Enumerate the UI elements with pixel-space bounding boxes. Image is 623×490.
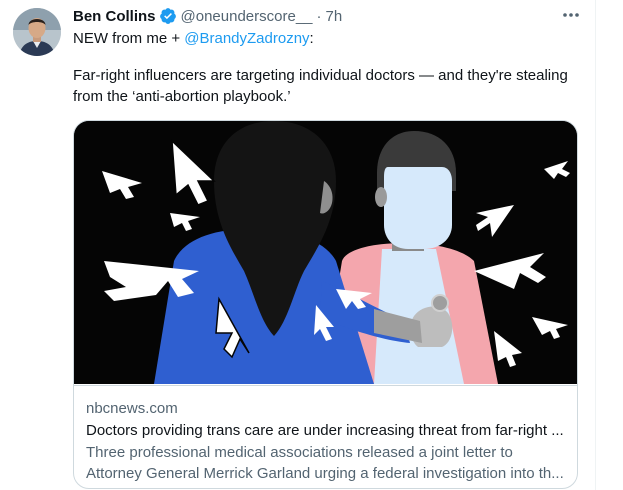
author-name[interactable]: Ben Collins: [73, 8, 156, 25]
link-preview-card[interactable]: nbcnews.com Doctors providing trans care…: [73, 120, 578, 489]
mention-link[interactable]: @BrandyZadrozny: [184, 30, 309, 47]
avatar-image: [13, 8, 61, 56]
card-image[interactable]: [74, 121, 577, 384]
more-options-icon[interactable]: [560, 5, 582, 25]
card-description-line-1: Three professional medical associations …: [86, 444, 513, 461]
verified-badge-icon: [159, 7, 177, 25]
card-title: Doctors providing trans care are under i…: [86, 422, 564, 439]
tweet-text-line-1: NEW from me + @BrandyZadrozny:: [73, 29, 314, 49]
card-domain: nbcnews.com: [86, 400, 178, 417]
card-description-line-2: Attorney General Merrick Garland urging …: [86, 465, 564, 482]
tweet-text-suffix: :: [309, 30, 314, 47]
tweet-text-prefix: NEW from me +: [73, 30, 185, 47]
tweet-body-line-2: from the ‘anti-abortion playbook.’: [73, 88, 291, 105]
illustration-doctors-with-cursors: [74, 121, 577, 384]
author-handle[interactable]: @oneunderscore__: [181, 8, 313, 25]
avatar[interactable]: [13, 8, 61, 56]
card-meta[interactable]: nbcnews.com Doctors providing trans care…: [74, 385, 577, 482]
timeline-divider: [595, 0, 596, 490]
tweet-header: Ben Collins @oneunderscore__ · 7h: [73, 6, 342, 26]
tweet-timestamp[interactable]: 7h: [326, 8, 343, 25]
separator-dot: ·: [316, 7, 322, 25]
tweet-body-line-1: Far-right influencers are targeting indi…: [73, 67, 568, 84]
